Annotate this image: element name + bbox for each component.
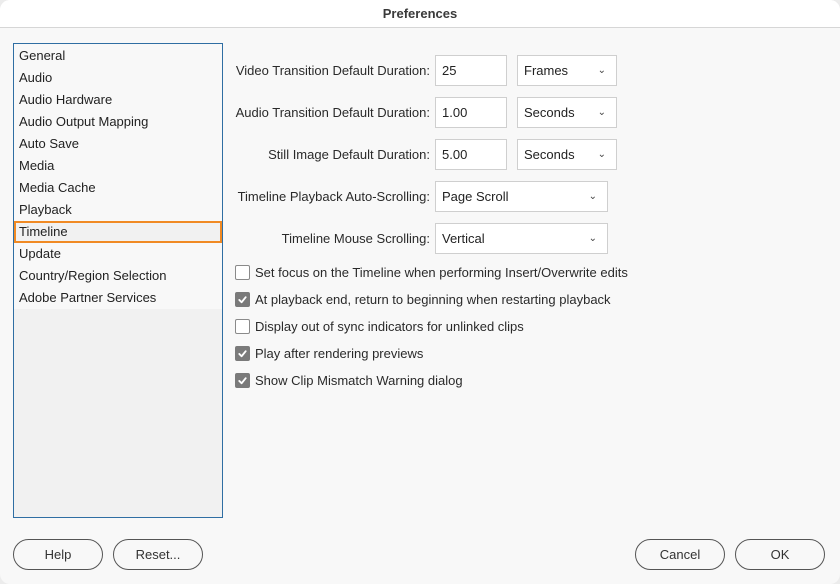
video-transition-row: Video Transition Default Duration: 25 Fr… bbox=[232, 55, 617, 86]
mouse-scrolling-label: Timeline Mouse Scrolling: bbox=[281, 231, 430, 246]
chevron-down-icon: ⌄ bbox=[597, 107, 606, 118]
audio-transition-duration-input[interactable]: 1.00 bbox=[435, 97, 507, 128]
checkmark-icon bbox=[238, 350, 247, 358]
chevron-down-icon: ⌄ bbox=[597, 65, 606, 76]
sidebar-item-adobe-partner-services[interactable]: Adobe Partner Services bbox=[14, 287, 222, 309]
sidebar-item-media-cache[interactable]: Media Cache bbox=[14, 177, 222, 199]
checkbox-label: Set focus on the Timeline when performin… bbox=[255, 265, 628, 280]
checkbox-checked-icon[interactable] bbox=[235, 346, 250, 361]
audio-transition-label: Audio Transition Default Duration: bbox=[235, 105, 430, 120]
still-image-label: Still Image Default Duration: bbox=[268, 147, 430, 162]
checkbox-checked-icon[interactable] bbox=[235, 292, 250, 307]
video-transition-label: Video Transition Default Duration: bbox=[235, 63, 430, 78]
auto-scrolling-select[interactable]: Page Scroll ⌄ bbox=[435, 181, 608, 212]
still-image-row: Still Image Default Duration: 5.00 Secon… bbox=[232, 139, 617, 170]
mouse-scrolling-row: Timeline Mouse Scrolling: Vertical ⌄ bbox=[232, 223, 608, 254]
video-transition-unit-select[interactable]: Frames ⌄ bbox=[517, 55, 617, 86]
preferences-dialog: Preferences General Audio Audio Hardware… bbox=[0, 0, 840, 584]
video-transition-duration-input[interactable]: 25 bbox=[435, 55, 507, 86]
sidebar-list: General Audio Audio Hardware Audio Outpu… bbox=[14, 44, 222, 309]
checkmark-icon bbox=[238, 377, 247, 385]
sidebar-item-general[interactable]: General bbox=[14, 45, 222, 67]
still-image-unit-select[interactable]: Seconds ⌄ bbox=[517, 139, 617, 170]
sidebar-item-audio-output-mapping[interactable]: Audio Output Mapping bbox=[14, 111, 222, 133]
checkbox-set-focus-timeline[interactable]: Set focus on the Timeline when performin… bbox=[235, 265, 628, 280]
cancel-button[interactable]: Cancel bbox=[635, 539, 725, 570]
sidebar-item-country-region-selection[interactable]: Country/Region Selection bbox=[14, 265, 222, 287]
checkbox-out-of-sync-indicators[interactable]: Display out of sync indicators for unlin… bbox=[235, 319, 524, 334]
dialog-title: Preferences bbox=[0, 0, 840, 28]
sidebar-item-media[interactable]: Media bbox=[14, 155, 222, 177]
checkbox-unchecked-icon[interactable] bbox=[235, 319, 250, 334]
checkbox-unchecked-icon[interactable] bbox=[235, 265, 250, 280]
sidebar-item-audio-hardware[interactable]: Audio Hardware bbox=[14, 89, 222, 111]
ok-button[interactable]: OK bbox=[735, 539, 825, 570]
still-image-duration-input[interactable]: 5.00 bbox=[435, 139, 507, 170]
audio-transition-unit-select[interactable]: Seconds ⌄ bbox=[517, 97, 617, 128]
audio-transition-row: Audio Transition Default Duration: 1.00 … bbox=[232, 97, 617, 128]
auto-scrolling-value: Page Scroll bbox=[442, 189, 509, 204]
checkbox-label: At playback end, return to beginning whe… bbox=[255, 292, 611, 307]
sidebar-item-playback[interactable]: Playback bbox=[14, 199, 222, 221]
checkbox-return-to-beginning[interactable]: At playback end, return to beginning whe… bbox=[235, 292, 611, 307]
chevron-down-icon: ⌄ bbox=[588, 233, 597, 244]
chevron-down-icon: ⌄ bbox=[597, 149, 606, 160]
mouse-scrolling-value: Vertical bbox=[442, 231, 485, 246]
reset-button[interactable]: Reset... bbox=[113, 539, 203, 570]
checkbox-label: Show Clip Mismatch Warning dialog bbox=[255, 373, 463, 388]
checkbox-clip-mismatch-warning[interactable]: Show Clip Mismatch Warning dialog bbox=[235, 373, 463, 388]
checkbox-checked-icon[interactable] bbox=[235, 373, 250, 388]
checkbox-label: Display out of sync indicators for unlin… bbox=[255, 319, 524, 334]
help-button[interactable]: Help bbox=[13, 539, 103, 570]
chevron-down-icon: ⌄ bbox=[588, 191, 597, 202]
video-transition-unit-value: Frames bbox=[524, 63, 569, 78]
auto-scrolling-label: Timeline Playback Auto-Scrolling: bbox=[237, 189, 430, 204]
checkmark-icon bbox=[238, 296, 247, 304]
checkbox-label: Play after rendering previews bbox=[255, 346, 424, 361]
checkbox-play-after-rendering[interactable]: Play after rendering previews bbox=[235, 346, 423, 361]
still-image-unit-value: Seconds bbox=[524, 147, 575, 162]
sidebar-item-update[interactable]: Update bbox=[14, 243, 222, 265]
preferences-sidebar: General Audio Audio Hardware Audio Outpu… bbox=[13, 43, 223, 518]
mouse-scrolling-select[interactable]: Vertical ⌄ bbox=[435, 223, 608, 254]
audio-transition-unit-value: Seconds bbox=[524, 105, 575, 120]
auto-scrolling-row: Timeline Playback Auto-Scrolling: Page S… bbox=[232, 181, 608, 212]
sidebar-item-auto-save[interactable]: Auto Save bbox=[14, 133, 222, 155]
sidebar-item-timeline[interactable]: Timeline bbox=[14, 221, 222, 243]
sidebar-item-audio[interactable]: Audio bbox=[14, 67, 222, 89]
